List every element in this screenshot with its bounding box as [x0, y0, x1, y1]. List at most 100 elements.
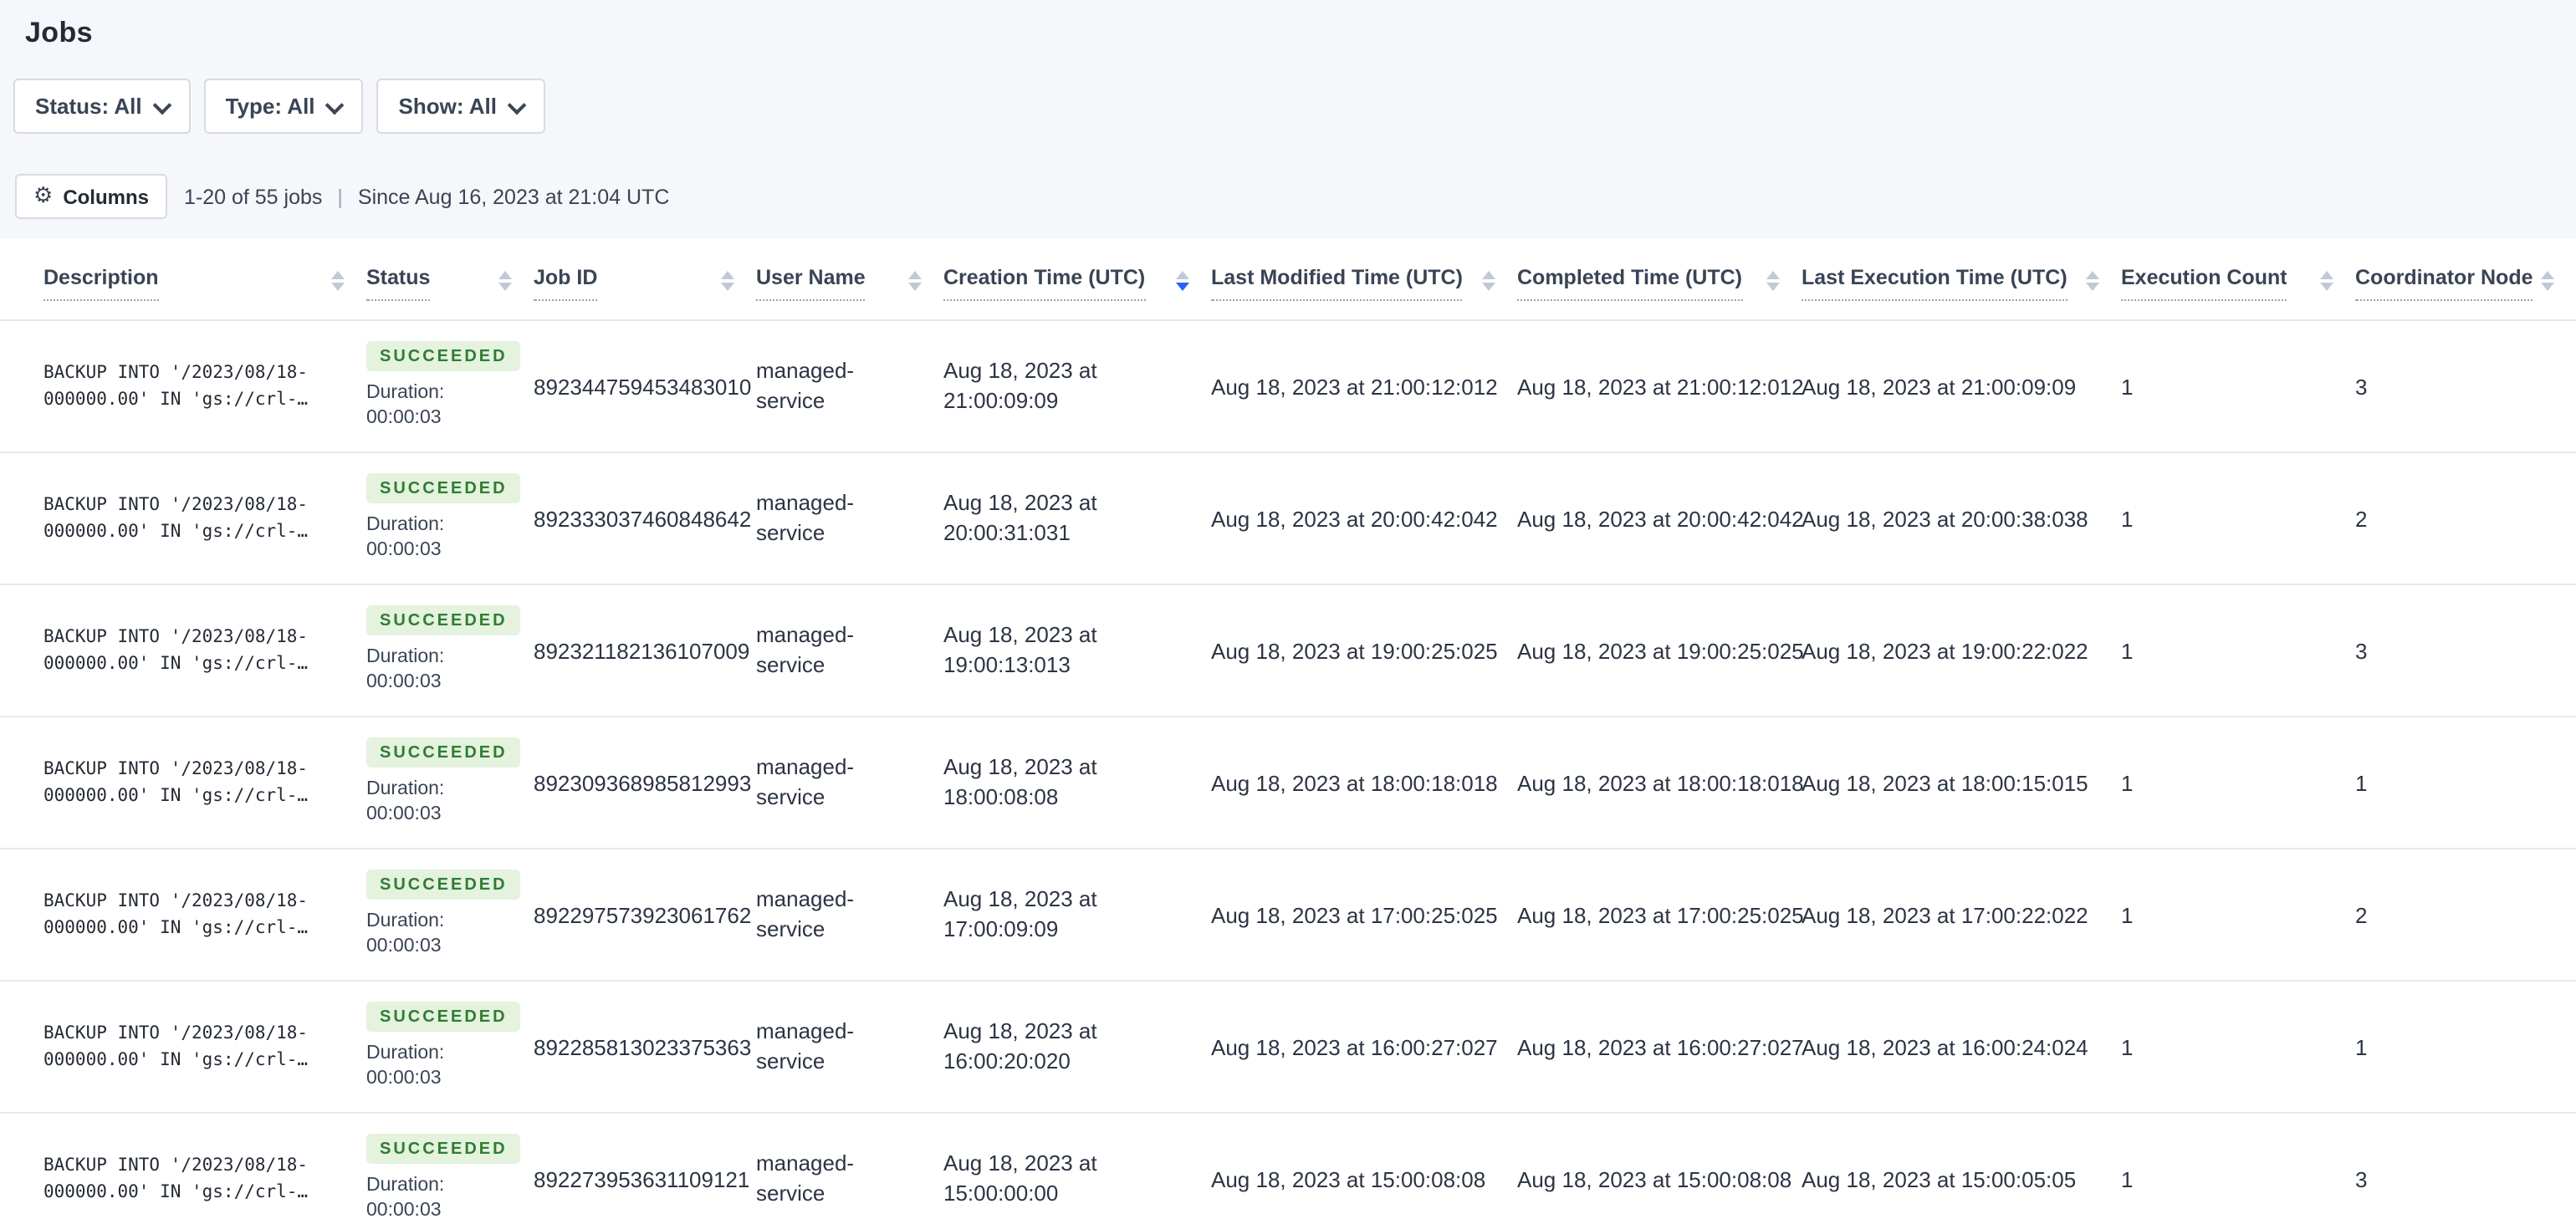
- completed-time: Aug 18, 2023 at 20:00:42:042: [1517, 506, 1804, 531]
- column-header-execution-count[interactable]: Execution Count: [2121, 266, 2287, 301]
- jobs-table-body: BACKUP INTO '/2023/08/18- 000000.00' IN …: [0, 320, 2576, 1219]
- column-header-last-modified-time[interactable]: Last Modified Time (UTC): [1211, 266, 1463, 301]
- coordinator-node: 2: [2355, 506, 2368, 531]
- execution-count: 1: [2121, 1034, 2134, 1059]
- execution-count: 1: [2121, 374, 2134, 399]
- execution-count: 1: [2121, 638, 2134, 663]
- coordinator-node: 1: [2355, 1034, 2368, 1059]
- coordinator-node: 3: [2355, 1166, 2368, 1191]
- table-row[interactable]: BACKUP INTO '/2023/08/18- 000000.00' IN …: [0, 452, 2576, 584]
- last-execution-time: Aug 18, 2023 at 17:00:22:022: [1802, 902, 2088, 927]
- job-id: 892273953631109121: [534, 1166, 750, 1191]
- coordinator-node: 2: [2355, 902, 2368, 927]
- sort-icon-active-desc[interactable]: [1176, 271, 1189, 291]
- completed-time: Aug 18, 2023 at 19:00:25:025: [1517, 638, 1804, 663]
- creation-time: Aug 18, 2023 at 20:00:31:031: [943, 490, 1097, 545]
- column-header-creation-time[interactable]: Creation Time (UTC): [943, 266, 1146, 301]
- chevron-down-icon: [327, 95, 342, 110]
- status-badge: SUCCEEDED: [366, 870, 521, 900]
- sort-icon[interactable]: [1766, 271, 1780, 291]
- last-modified-time: Aug 18, 2023 at 21:00:12:012: [1211, 374, 1498, 399]
- duration-value: 00:00:03: [366, 1069, 442, 1089]
- column-header-last-execution-time[interactable]: Last Execution Time (UTC): [1802, 266, 2067, 301]
- creation-time: Aug 18, 2023 at 15:00:00:00: [943, 1150, 1097, 1206]
- user-name: managed-service: [756, 1150, 855, 1206]
- table-row[interactable]: BACKUP INTO '/2023/08/18- 000000.00' IN …: [0, 1113, 2576, 1219]
- job-description-link[interactable]: BACKUP INTO '/2023/08/18- 000000.00' IN …: [43, 360, 343, 413]
- job-description-link[interactable]: BACKUP INTO '/2023/08/18- 000000.00' IN …: [43, 1152, 343, 1206]
- last-modified-time: Aug 18, 2023 at 20:00:42:042: [1211, 506, 1498, 531]
- sort-icon[interactable]: [2320, 271, 2333, 291]
- sort-icon[interactable]: [1482, 271, 1495, 291]
- last-execution-time: Aug 18, 2023 at 20:00:38:038: [1802, 506, 2088, 531]
- column-header-completed-time[interactable]: Completed Time (UTC): [1517, 266, 1742, 301]
- duration-value: 00:00:03: [366, 672, 442, 692]
- execution-count: 1: [2121, 770, 2134, 795]
- sort-icon[interactable]: [498, 271, 512, 291]
- creation-time: Aug 18, 2023 at 16:00:20:020: [943, 1018, 1097, 1074]
- duration-value: 00:00:03: [366, 408, 442, 428]
- creation-time: Aug 18, 2023 at 17:00:09:09: [943, 886, 1097, 941]
- completed-time: Aug 18, 2023 at 17:00:25:025: [1517, 902, 1804, 927]
- completed-time: Aug 18, 2023 at 15:00:08:08: [1517, 1166, 1792, 1191]
- sort-icon[interactable]: [2086, 271, 2099, 291]
- chevron-down-icon: [509, 95, 524, 110]
- gear-icon: ⚙: [33, 184, 54, 209]
- table-row[interactable]: BACKUP INTO '/2023/08/18- 000000.00' IN …: [0, 981, 2576, 1113]
- job-description-link[interactable]: BACKUP INTO '/2023/08/18- 000000.00' IN …: [43, 756, 343, 809]
- last-execution-time: Aug 18, 2023 at 18:00:15:015: [1802, 770, 2088, 795]
- columns-button[interactable]: ⚙ Columns: [15, 174, 167, 219]
- coordinator-node: 3: [2355, 638, 2368, 663]
- since-timestamp: Since Aug 16, 2023 at 21:04 UTC: [357, 185, 670, 208]
- user-name: managed-service: [756, 886, 855, 941]
- column-header-user-name[interactable]: User Name: [756, 266, 866, 301]
- column-header-job-id[interactable]: Job ID: [534, 266, 598, 301]
- job-description-link[interactable]: BACKUP INTO '/2023/08/18- 000000.00' IN …: [43, 888, 343, 941]
- job-description-link[interactable]: BACKUP INTO '/2023/08/18- 000000.00' IN …: [43, 1020, 343, 1074]
- job-id: 892309368985812993: [534, 770, 752, 795]
- duration-value: 00:00:03: [366, 936, 442, 956]
- column-header-status[interactable]: Status: [366, 266, 431, 301]
- duration-label: Duration:: [366, 1176, 445, 1196]
- status-badge: SUCCEEDED: [366, 605, 521, 635]
- last-modified-time: Aug 18, 2023 at 17:00:25:025: [1211, 902, 1498, 927]
- status-badge: SUCCEEDED: [366, 341, 521, 371]
- duration-value: 00:00:03: [366, 1201, 442, 1219]
- show-filter-dropdown[interactable]: Show: All: [376, 79, 546, 134]
- table-toolbar: ⚙ Columns 1-20 of 55 jobs | Since Aug 16…: [15, 174, 2576, 219]
- job-description-link[interactable]: BACKUP INTO '/2023/08/18- 000000.00' IN …: [43, 492, 343, 545]
- page-title: Jobs: [25, 17, 93, 48]
- duration-label: Duration:: [366, 779, 445, 799]
- duration-label: Duration:: [366, 647, 445, 667]
- table-row[interactable]: BACKUP INTO '/2023/08/18- 000000.00' IN …: [0, 584, 2576, 717]
- sort-icon[interactable]: [721, 271, 734, 291]
- duration-label: Duration:: [366, 515, 445, 535]
- job-description-link[interactable]: BACKUP INTO '/2023/08/18- 000000.00' IN …: [43, 624, 343, 677]
- sort-icon[interactable]: [331, 271, 345, 291]
- user-name: managed-service: [756, 622, 855, 677]
- type-filter-dropdown[interactable]: Type: All: [203, 79, 364, 134]
- sort-icon[interactable]: [2541, 271, 2554, 291]
- table-row[interactable]: BACKUP INTO '/2023/08/18- 000000.00' IN …: [0, 849, 2576, 981]
- show-filter-label: Show: All: [398, 94, 498, 119]
- table-row[interactable]: BACKUP INTO '/2023/08/18- 000000.00' IN …: [0, 320, 2576, 452]
- job-id: 892285813023375363: [534, 1034, 752, 1059]
- sort-icon[interactable]: [908, 271, 922, 291]
- user-name: managed-service: [756, 1018, 855, 1074]
- duration-value: 00:00:03: [366, 540, 442, 560]
- job-id: 892333037460848642: [534, 506, 752, 531]
- coordinator-node: 3: [2355, 374, 2368, 399]
- table-header-row: Description Status Job ID User Name Crea…: [0, 239, 2576, 321]
- job-id: 892297573923061762: [534, 902, 752, 927]
- status-filter-dropdown[interactable]: Status: All: [13, 79, 191, 134]
- columns-button-label: Columns: [63, 185, 149, 208]
- user-name: managed-service: [756, 754, 855, 809]
- creation-time: Aug 18, 2023 at 18:00:08:08: [943, 754, 1097, 809]
- table-row[interactable]: BACKUP INTO '/2023/08/18- 000000.00' IN …: [0, 717, 2576, 849]
- column-header-coordinator-node[interactable]: Coordinator Node: [2355, 266, 2533, 301]
- completed-time: Aug 18, 2023 at 21:00:12:012: [1517, 374, 1804, 399]
- job-id: 892321182136107009: [534, 638, 750, 663]
- execution-count: 1: [2121, 1166, 2134, 1191]
- status-badge: SUCCEEDED: [366, 473, 521, 503]
- column-header-description[interactable]: Description: [43, 266, 159, 301]
